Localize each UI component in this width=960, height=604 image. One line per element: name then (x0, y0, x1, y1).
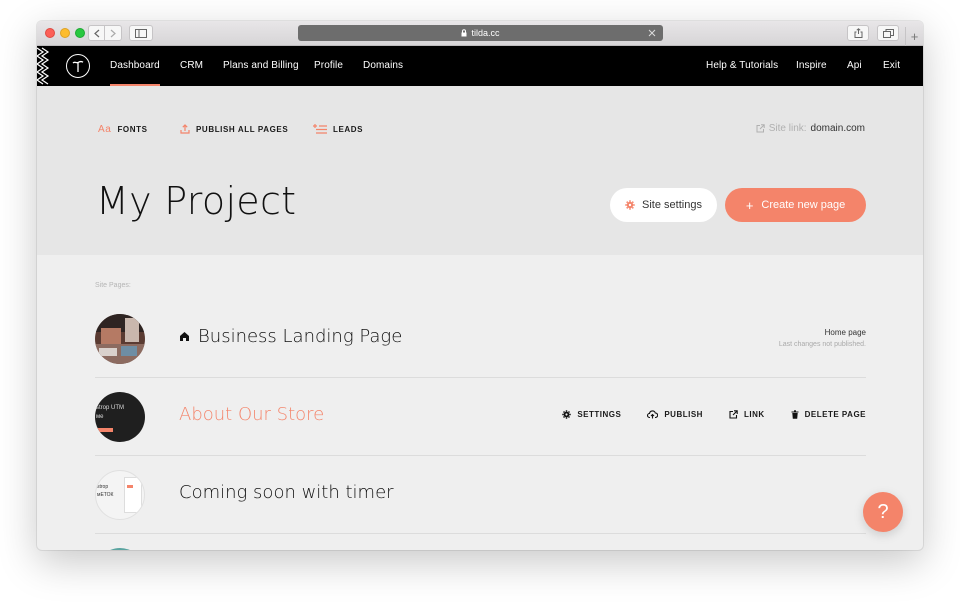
home-page-label: Home page (824, 328, 866, 337)
publish-all-label: PUBLISH ALL PAGES (196, 124, 289, 134)
minimize-window-button[interactable] (60, 28, 70, 38)
cloud-upload-icon (647, 410, 659, 419)
upload-icon (180, 124, 190, 134)
link-label: LINK (743, 410, 765, 419)
project-title: My Project (96, 179, 297, 223)
help-label: ? (877, 500, 889, 523)
new-tab-button[interactable]: + (905, 27, 923, 46)
nav-domains[interactable]: Domains (363, 46, 403, 86)
nav-profile[interactable]: Profile (314, 46, 343, 86)
sidebar-icon (135, 28, 147, 38)
address-bar[interactable]: tilda.cc (298, 25, 663, 41)
page-thumbnail: strop UTM ме Publishing (95, 392, 145, 442)
tabs-icon (882, 28, 894, 38)
nav-crm[interactable]: CRM (180, 46, 203, 86)
page-thumbnail-partial (95, 548, 145, 550)
site-settings-label: Site settings (642, 199, 702, 211)
show-tabs-button[interactable] (877, 25, 899, 41)
zoom-window-button[interactable] (75, 28, 85, 38)
home-icon (180, 332, 189, 341)
site-link-label: Site link: (768, 123, 807, 134)
browser-toolbar: tilda.cc + (37, 21, 923, 46)
publish-status: Last changes not published. (778, 341, 866, 348)
nav-dashboard[interactable]: Dashboard (110, 46, 160, 86)
publish-label: PUBLISH (664, 410, 703, 419)
thumbnail-accent (97, 428, 113, 432)
close-tab-button[interactable] (646, 27, 658, 39)
project-header: Aa FONTS PUBLISH ALL PAGES LEADS Site li… (37, 86, 923, 255)
page-title-text: Coming soon with timer (179, 482, 394, 503)
tilda-logo[interactable] (66, 54, 90, 78)
fonts-button[interactable]: Aa FONTS (98, 124, 148, 135)
page-settings-button[interactable]: SETTINGS (562, 410, 621, 419)
leads-label: LEADS (333, 124, 364, 134)
page-title[interactable]: Business Landing Page (179, 326, 402, 347)
close-icon (648, 29, 656, 37)
external-link-icon (729, 410, 738, 419)
delete-page-label: DELETE PAGE (804, 410, 866, 419)
page-link-button[interactable]: LINK (729, 410, 765, 419)
nav-api[interactable]: Api (847, 46, 862, 86)
url-text: tilda.cc (471, 28, 500, 38)
page-actions: SETTINGS PUBLISH LINK DELETE PAGE (562, 410, 866, 419)
lock-icon (461, 29, 467, 37)
thumbnail-text: strop мЕТОК (97, 484, 114, 498)
thumbnail-text: strop UTM ме Publishing (96, 405, 125, 420)
page-publish-button[interactable]: PUBLISH (647, 410, 703, 419)
external-link-icon (756, 124, 765, 133)
settings-label: SETTINGS (577, 410, 622, 419)
chevron-left-icon (93, 29, 99, 37)
close-window-button[interactable] (45, 28, 55, 38)
fonts-label: FONTS (117, 125, 148, 134)
leads-list-icon (313, 124, 327, 134)
thumbnail-panel (124, 477, 142, 513)
site-link-value[interactable]: domain.com (811, 123, 865, 134)
chevron-right-icon (110, 29, 116, 37)
publish-all-pages-button[interactable]: PUBLISH ALL PAGES (180, 124, 288, 134)
page-title-text: Business Landing Page (198, 326, 403, 347)
share-button[interactable] (847, 25, 869, 41)
font-icon: Aa (98, 124, 112, 135)
browser-window: tilda.cc + Dashboard CRM Plans and Billi… (37, 21, 923, 550)
nav-plans-billing[interactable]: Plans and Billing (223, 46, 299, 86)
page-title[interactable]: Coming soon with timer (179, 482, 394, 503)
plus-icon: + (910, 29, 919, 44)
tilda-logo-icon (72, 60, 84, 72)
page-title-text: About Our Store (179, 404, 325, 425)
nav-exit[interactable]: Exit (883, 46, 900, 86)
site-link[interactable]: Site link: domain.com (756, 123, 865, 134)
nav-help-tutorials[interactable]: Help & Tutorials (706, 46, 778, 86)
create-new-page-label: Create new page (761, 199, 846, 211)
thumbnail-accent (127, 485, 133, 488)
create-new-page-button[interactable]: + Create new page (725, 188, 866, 222)
gear-icon (625, 200, 635, 210)
forward-button[interactable] (105, 25, 122, 41)
share-icon (854, 28, 862, 38)
page-thumbnail: strop мЕТОК (95, 470, 145, 520)
help-button[interactable]: ? (863, 492, 903, 532)
zigzag-decoration (37, 47, 50, 85)
sidebar-toggle-button[interactable] (129, 25, 153, 41)
trash-icon (791, 410, 799, 419)
nav-inspire[interactable]: Inspire (796, 46, 827, 86)
plus-icon: + (745, 197, 754, 213)
page-row[interactable]: strop мЕТОК Coming soon with timer (95, 456, 866, 534)
page-row[interactable]: strop UTM ме Publishing About Our Store … (95, 378, 866, 456)
site-settings-button[interactable]: Site settings (610, 188, 717, 222)
page-title[interactable]: About Our Store (179, 404, 324, 425)
page-row[interactable]: Business Landing Page Home page Last cha… (95, 300, 866, 378)
gear-icon (562, 410, 572, 419)
back-button[interactable] (88, 25, 105, 41)
home-page-meta: Home page Last changes not published. (779, 328, 866, 348)
main-navbar: Dashboard CRM Plans and Billing Profile … (37, 46, 923, 86)
site-pages-label: Site Pages: (95, 282, 131, 289)
leads-button[interactable]: LEADS (313, 124, 363, 134)
delete-page-button[interactable]: DELETE PAGE (791, 410, 866, 419)
page-thumbnail (95, 314, 145, 364)
